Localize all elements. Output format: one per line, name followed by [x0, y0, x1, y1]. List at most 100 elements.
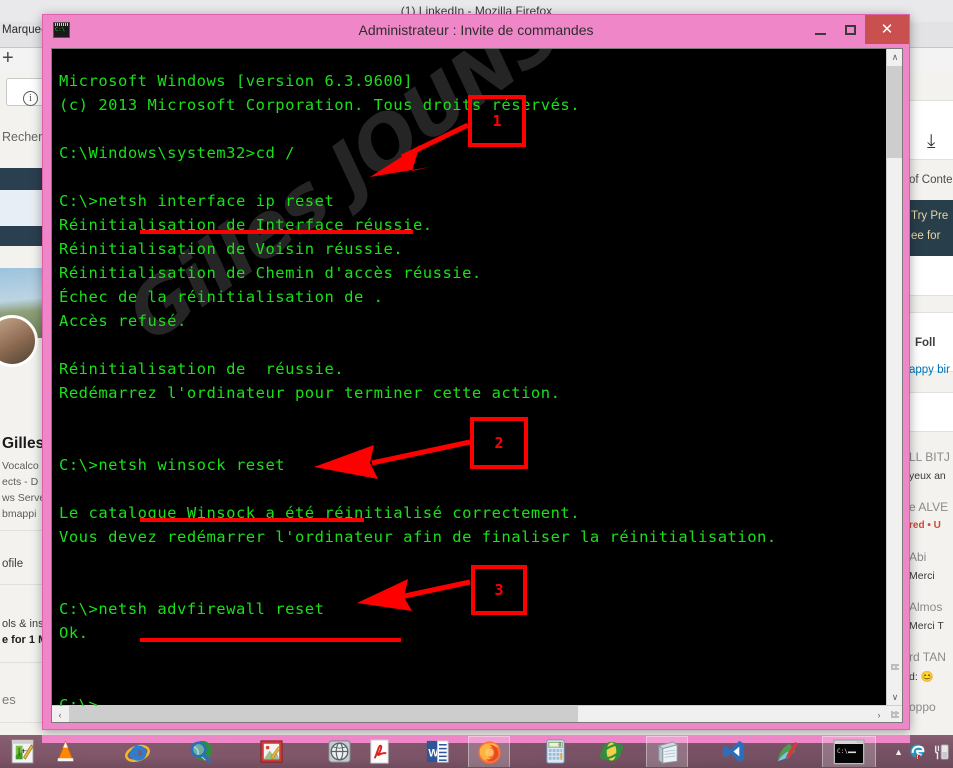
taskbar-item-calculator[interactable]: 0 — [534, 736, 576, 767]
show-hidden-icons-button[interactable]: ▲ — [894, 747, 903, 757]
linkedin-left-column: i Recherc Gilles Vocalco ects - D ws Ser… — [0, 72, 44, 735]
resize-grip[interactable] — [887, 706, 902, 722]
command-prompt-window[interactable]: Administrateur : Invite de commandes ✕ G… — [42, 14, 910, 730]
command-prompt-icon: C:\ — [833, 739, 865, 765]
svg-text:0: 0 — [558, 743, 561, 749]
notification-4-title[interactable]: Almos — [909, 600, 942, 614]
image-editor-icon — [259, 740, 283, 763]
taskbar-item-opera[interactable] — [590, 736, 632, 767]
taskbar-item-paint[interactable] — [766, 736, 808, 767]
premium-promo-line-1: Try Pre — [911, 210, 949, 222]
divider-2 — [0, 584, 44, 585]
scroll-thumb-horizontal[interactable] — [69, 706, 578, 722]
nav-dark-bar-top — [0, 168, 44, 190]
notification-4-sub: Merci T — [909, 620, 944, 632]
right-card-2 — [909, 256, 953, 296]
console-horizontal-scrollbar[interactable]: ‹ › — [52, 705, 902, 722]
profile-line-1: Vocalco — [2, 460, 39, 472]
taskbar-item-search-globe[interactable] — [180, 736, 222, 767]
notification-2-title[interactable]: e ALVE — [909, 500, 948, 514]
notification-5-title[interactable]: rd TAN — [909, 650, 946, 664]
profile-line-3: ws Serve — [2, 492, 44, 504]
taskbar-item-vlc[interactable] — [44, 736, 86, 767]
taskbar-item-command-prompt[interactable]: C:\ — [822, 736, 876, 767]
vlc-icon — [56, 740, 74, 762]
profile-line-4: bmappi — [2, 508, 37, 520]
taskbar-item-firefox[interactable] — [468, 736, 510, 767]
desktop-screen: (1) LinkedIn - Mozilla Firefox Marque-p … — [0, 0, 953, 768]
scroll-up-icon[interactable]: ∧ — [887, 49, 902, 66]
scroll-grip — [891, 664, 899, 670]
taskbar-item-visual-studio[interactable] — [712, 736, 754, 767]
taskbar-item-browser-globe[interactable] — [318, 736, 360, 767]
scroll-down-icon[interactable]: ∨ — [887, 689, 902, 706]
taskbar-item-adobe-reader[interactable] — [358, 736, 400, 767]
annotation-box-1: 1 — [468, 95, 526, 147]
linkedin-right-column: ⤓ of Conte Try Pre ee for Foll appy bir … — [909, 72, 953, 735]
notification-1-sub: yeux an — [909, 470, 946, 482]
notification-2-sub: red • U — [909, 520, 941, 531]
taskbar-item-notepadpp[interactable]: |++ — [2, 736, 44, 767]
scroll-right-icon[interactable]: › — [871, 706, 887, 722]
info-button[interactable]: i — [6, 78, 44, 106]
taskbar-item-word[interactable]: W — [416, 736, 458, 767]
new-tab-button[interactable]: + — [2, 48, 14, 68]
taskbar[interactable]: |++ W 0 C:\ ▲ ! — [0, 735, 953, 768]
promo-line-1[interactable]: ols & ins — [2, 618, 44, 630]
maximize-icon — [844, 24, 856, 35]
notepad-icon — [657, 740, 678, 764]
notification-1-title[interactable]: LL BITJ — [909, 450, 950, 464]
cmd-window-title: Administrateur : Invite de commandes — [358, 22, 594, 38]
annotation-box-3: 3 — [471, 565, 527, 615]
premium-promo-card[interactable] — [909, 200, 953, 256]
profile-line-2: ects - D — [2, 476, 39, 488]
paint-icon — [777, 741, 798, 762]
firefox-icon — [477, 740, 501, 764]
profile-link[interactable]: ofile — [2, 558, 23, 570]
edge-browser-tray-icon[interactable]: ! — [909, 742, 927, 762]
adobe-reader-icon — [369, 739, 389, 764]
annotation-arrows — [314, 122, 471, 611]
download-icon[interactable]: ⤓ — [927, 132, 935, 151]
left-bottom-item[interactable]: es — [2, 692, 16, 707]
opera-icon — [599, 741, 623, 762]
console-output-area[interactable]: Gilles JOUNSI - LeBlog Microsoft Windows… — [52, 49, 887, 706]
annotation-box-2: 2 — [470, 417, 528, 469]
search-globe-icon — [190, 740, 212, 763]
premium-promo-line-2: ee for — [911, 230, 941, 242]
maximize-button[interactable] — [835, 15, 865, 44]
table-of-contents-label[interactable]: of Conte — [909, 174, 952, 186]
minimize-icon — [814, 32, 826, 35]
cmd-title-bar[interactable]: Administrateur : Invite de commandes ✕ — [43, 15, 909, 46]
profile-name: Gilles — [2, 435, 44, 452]
notepadpp-icon: |++ — [10, 739, 34, 764]
minimize-button[interactable] — [805, 15, 835, 44]
promo-line-2[interactable]: e for 1 M — [2, 634, 44, 646]
scroll-left-icon[interactable]: ‹ — [52, 706, 68, 722]
taskbar-item-internet-explorer[interactable] — [116, 736, 158, 767]
console-vertical-scrollbar[interactable]: ∧ ∨ — [886, 49, 902, 706]
scroll-thumb-vertical[interactable] — [887, 66, 902, 158]
taskbar-item-paint-image[interactable] — [250, 736, 292, 767]
taskbar-item-notepad[interactable] — [646, 736, 688, 767]
browser-globe-icon — [327, 740, 351, 763]
calculator-icon: 0 — [545, 739, 565, 764]
close-button[interactable]: ✕ — [865, 15, 909, 44]
cmd-body: Gilles JOUNSI - LeBlog Microsoft Windows… — [51, 48, 903, 723]
divider-1 — [0, 530, 44, 531]
divider-4 — [0, 722, 44, 723]
word-icon: W — [426, 740, 449, 763]
follow-label[interactable]: Foll — [915, 337, 935, 349]
volume-icon[interactable] — [933, 742, 951, 762]
notification-3-sub: Merci — [909, 570, 935, 582]
notification-5-sub: d: 😊 — [909, 671, 934, 683]
nav-light-bar — [0, 190, 44, 226]
system-tray[interactable]: ▲ ! — [894, 735, 951, 768]
right-blue-link[interactable]: appy bir — [909, 364, 950, 376]
notification-3-title[interactable]: Abi — [909, 550, 926, 564]
svg-text:!: ! — [916, 755, 918, 761]
right-card-4 — [909, 392, 953, 432]
svg-text:W: W — [428, 747, 438, 759]
notification-6-title[interactable]: oppo — [909, 700, 936, 714]
search-input[interactable]: Recherc — [2, 130, 44, 144]
